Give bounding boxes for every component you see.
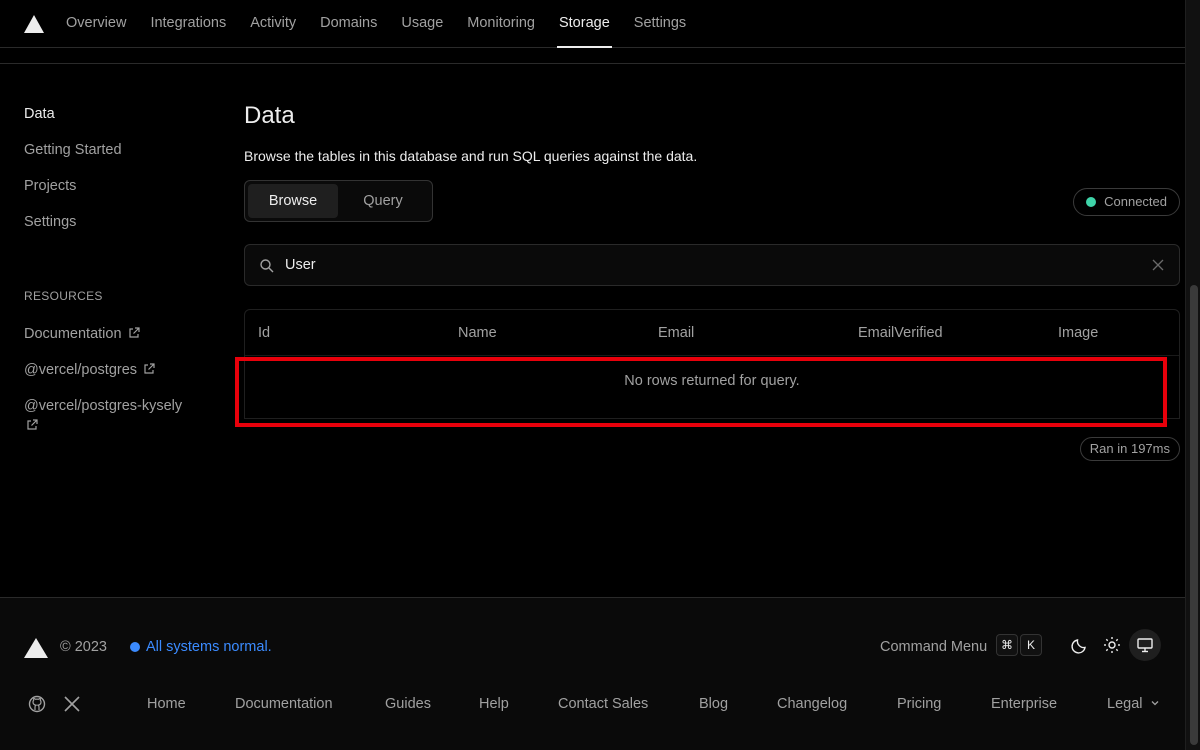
- command-key-icon: ⌘: [996, 634, 1018, 656]
- nav-item-storage[interactable]: Storage: [547, 0, 622, 48]
- footer-legal-dropdown[interactable]: Legal: [1107, 695, 1160, 713]
- status-dot-icon: [1086, 197, 1097, 207]
- footer-link-home[interactable]: Home: [147, 695, 186, 713]
- x-twitter-icon[interactable]: [63, 695, 81, 713]
- footer-link-enterprise[interactable]: Enterprise: [991, 695, 1057, 713]
- nav-item-settings[interactable]: Settings: [622, 0, 698, 48]
- copyright: © 2023: [60, 639, 107, 655]
- sidebar-link-label: @vercel/postgres: [24, 362, 138, 378]
- footer-link-changelog[interactable]: Changelog: [777, 695, 847, 713]
- external-link-icon: [128, 327, 140, 338]
- nav-item-domains[interactable]: Domains: [308, 0, 389, 48]
- nav-item-overview[interactable]: Overview: [54, 0, 138, 48]
- footer-link-documentation[interactable]: Documentation: [235, 695, 333, 713]
- table-header-row: Id Name Email EmailVerified Image: [245, 310, 1179, 356]
- command-menu-button[interactable]: Command Menu: [880, 638, 987, 656]
- column-header-email-verified[interactable]: EmailVerified: [858, 325, 1058, 341]
- column-header-id[interactable]: Id: [258, 325, 458, 341]
- vercel-logo-icon[interactable]: [24, 638, 48, 658]
- query-duration-badge: Ran in 197ms: [1079, 437, 1180, 461]
- nav-item-monitoring[interactable]: Monitoring: [455, 0, 547, 48]
- footer-link-contact-sales[interactable]: Contact Sales: [558, 695, 648, 713]
- moon-icon[interactable]: [1070, 635, 1090, 655]
- page-title: Data: [244, 102, 295, 129]
- column-header-name[interactable]: Name: [458, 325, 658, 341]
- tab-query[interactable]: Query: [338, 184, 428, 218]
- footer-link-pricing[interactable]: Pricing: [897, 695, 941, 713]
- sidebar-link-vercel-postgres[interactable]: @vercel/postgres: [24, 356, 214, 392]
- data-toolbar: Browse Query Connected: [244, 180, 1180, 222]
- chevron-down-icon: [1151, 701, 1158, 706]
- sun-icon[interactable]: [1102, 635, 1122, 655]
- footer-link-guides[interactable]: Guides: [385, 695, 431, 713]
- view-tabs: Browse Query: [244, 180, 433, 222]
- page-description: Browse the tables in this database and r…: [244, 148, 698, 164]
- system-status-link[interactable]: All systems normal.: [130, 638, 272, 656]
- external-link-icon: [144, 363, 155, 374]
- results-table: Id Name Email EmailVerified Image No row…: [244, 309, 1180, 419]
- sub-header-bar: [0, 48, 1185, 64]
- column-header-image[interactable]: Image: [1058, 325, 1178, 341]
- top-nav: Overview Integrations Activity Domains U…: [0, 0, 1185, 48]
- connection-status-badge: Connected: [1073, 188, 1180, 216]
- page-scrollbar-thumb[interactable]: [1190, 285, 1198, 745]
- sidebar-item-projects[interactable]: Projects: [24, 172, 214, 208]
- nav-item-integrations[interactable]: Integrations: [138, 0, 238, 48]
- vercel-logo-icon[interactable]: [24, 14, 44, 33]
- connection-status-label: Connected: [1104, 194, 1167, 209]
- legal-label: Legal: [1107, 696, 1143, 712]
- external-link-icon: [27, 419, 38, 430]
- sidebar-item-settings[interactable]: Settings: [24, 208, 214, 244]
- search-icon: [260, 259, 274, 273]
- nav-item-usage[interactable]: Usage: [389, 0, 455, 48]
- github-icon[interactable]: [28, 695, 46, 713]
- tab-browse[interactable]: Browse: [248, 184, 338, 218]
- footer-link-help[interactable]: Help: [479, 695, 509, 713]
- table-search: [244, 244, 1180, 286]
- sidebar: Data Getting Started Projects Settings R…: [24, 100, 214, 436]
- main-content: Data Browse the tables in this database …: [244, 100, 1180, 419]
- clear-search-icon[interactable]: [1151, 258, 1165, 272]
- footer-link-blog[interactable]: Blog: [699, 695, 728, 713]
- table-search-input[interactable]: [285, 245, 1135, 285]
- resources-heading: RESOURCES: [24, 289, 103, 303]
- sidebar-link-vercel-postgres-kysely[interactable]: @vercel/postgres-kysely: [24, 396, 214, 436]
- footer: © 2023 All systems normal. Command Menu …: [0, 597, 1185, 750]
- monitor-icon: [1137, 638, 1153, 653]
- sidebar-link-label: @vercel/postgres-kysely: [24, 398, 183, 414]
- column-header-email[interactable]: Email: [658, 325, 858, 341]
- sidebar-item-data[interactable]: Data: [24, 100, 214, 136]
- sidebar-item-getting-started[interactable]: Getting Started: [24, 136, 214, 172]
- nav-item-activity[interactable]: Activity: [238, 0, 308, 48]
- sidebar-link-label: Documentation: [24, 326, 122, 342]
- empty-results-message: No rows returned for query.: [624, 373, 800, 389]
- k-key: K: [1020, 634, 1042, 656]
- sidebar-link-documentation[interactable]: Documentation: [24, 320, 214, 356]
